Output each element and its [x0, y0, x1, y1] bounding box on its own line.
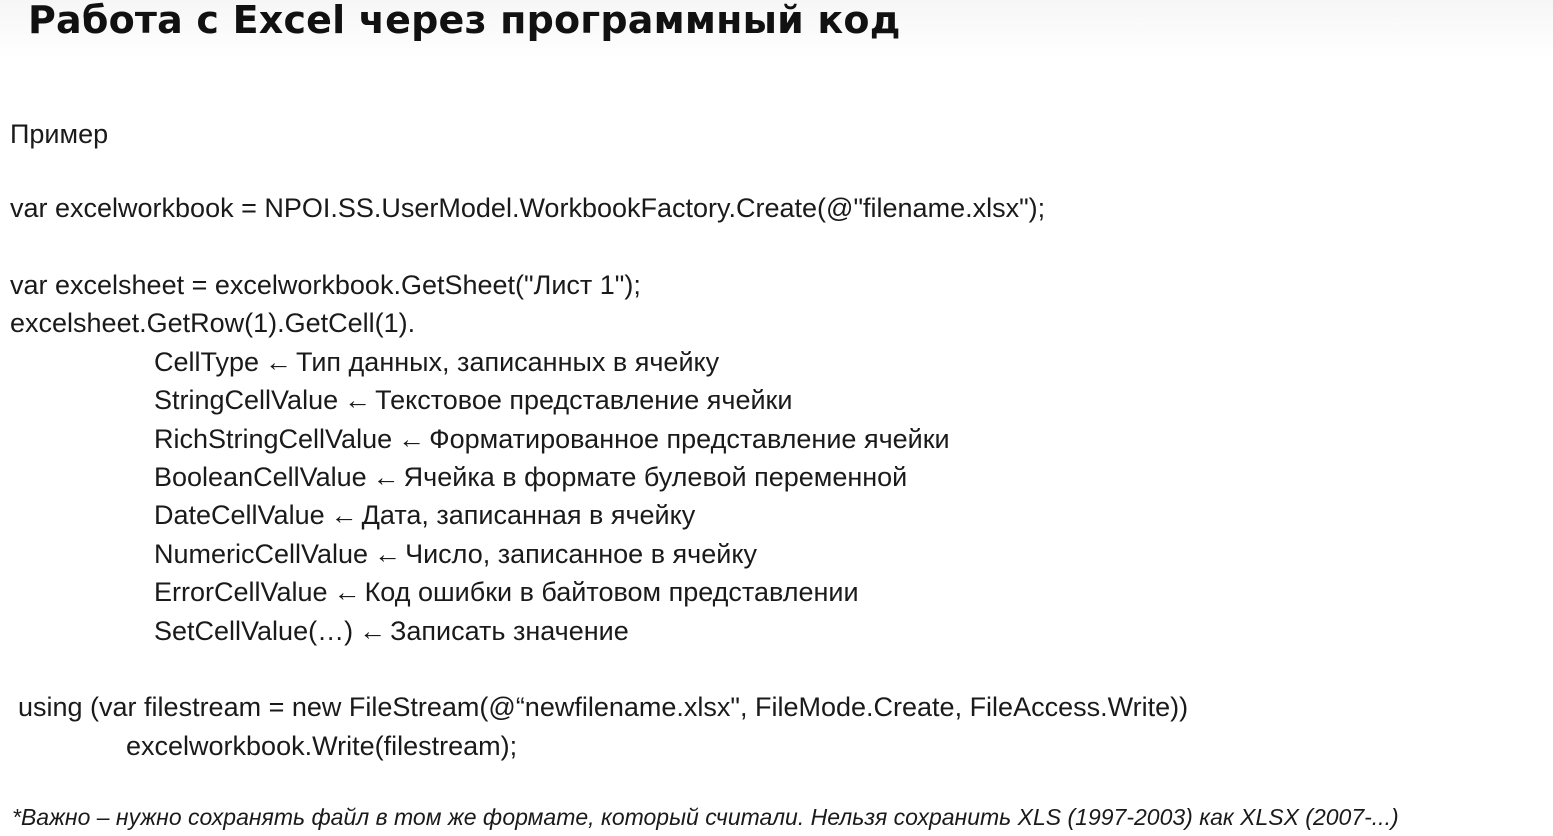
property-name: BooleanCellValue — [154, 462, 367, 492]
slide-title: Работа с Excel через программный код — [28, 0, 901, 42]
property-item: CellType ← Тип данных, записанных в ячейку — [154, 346, 719, 378]
code-line-using: using (var filestream = new FileStream(@… — [18, 692, 1189, 722]
property-item: StringCellValue ← Текстовое представление … — [154, 384, 792, 416]
property-item: SetCellValue(…) ← Записать значение — [154, 615, 629, 647]
property-name: SetCellValue(…) — [154, 616, 354, 646]
arrow-left-icon: ← — [374, 539, 402, 569]
property-description: Тип данных, записанных в ячейку — [296, 347, 720, 377]
footnote: *Важно – нужно сохранять файл в том же ф… — [12, 804, 1399, 830]
property-description: Код ошибки в байтовом представлении — [364, 577, 859, 607]
property-name: CellType — [154, 347, 260, 377]
code-line-workbook: var excelworkbook = NPOI.SS.UserModel.Wo… — [10, 193, 1046, 223]
arrow-left-icon: ← — [398, 424, 426, 454]
arrow-left-icon: ← — [372, 462, 400, 492]
property-name: ErrorCellValue — [154, 577, 328, 607]
property-name: NumericCellValue — [154, 539, 369, 569]
arrow-left-icon: ← — [330, 500, 358, 530]
property-item: NumericCellValue ← Число, записанное в яче… — [154, 538, 757, 570]
code-line-write: excelworkbook.Write(filestream); — [126, 731, 518, 761]
property-item: DateCellValue ← Дата, записанная в ячейку — [154, 499, 695, 531]
code-line-getrow: excelsheet.GetRow(1).GetCell(1). — [10, 308, 416, 338]
arrow-left-icon: ← — [333, 577, 361, 607]
property-item: RichStringCellValue ← Форматированное пред… — [154, 423, 950, 455]
arrow-left-icon: ← — [265, 347, 293, 377]
property-description: Форматированное представление ячейки — [429, 424, 950, 454]
arrow-left-icon: ← — [344, 385, 372, 415]
code-line-sheet: var excelsheet = excelworkbook.GetSheet(… — [10, 270, 641, 300]
property-description: Текстовое представление ячейки — [375, 385, 793, 415]
property-name: RichStringCellValue — [154, 424, 393, 454]
property-name: DateCellValue — [154, 500, 325, 530]
property-description: Число, записанное в ячейку — [405, 539, 757, 569]
property-name: StringCellValue — [154, 385, 339, 415]
arrow-left-icon: ← — [359, 616, 387, 646]
property-item: BooleanCellValue ← Ячейка в формате булево… — [154, 461, 907, 493]
example-heading: Пример — [10, 119, 109, 149]
property-description: Ячейка в формате булевой переменной — [403, 462, 908, 492]
property-description: Записать значение — [390, 616, 629, 646]
property-description: Дата, записанная в ячейку — [361, 500, 696, 530]
property-item: ErrorCellValue ← Код ошибки в байтовом пре… — [154, 576, 859, 608]
